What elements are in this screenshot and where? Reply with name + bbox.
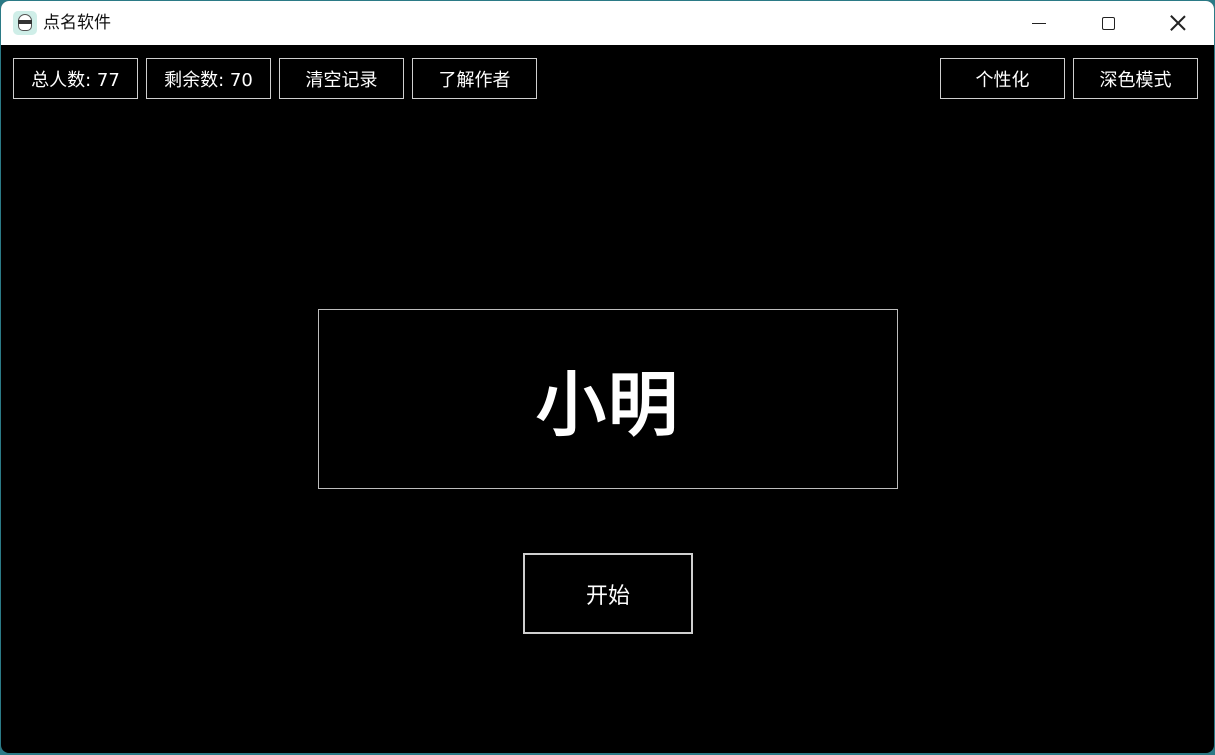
- start-button[interactable]: 开始: [523, 553, 693, 634]
- app-window: 点名软件 总人数: 77 剩余数: 70 清空记录 了解作者 个性化 深色模式 …: [1, 1, 1214, 753]
- minimize-icon: [1032, 22, 1046, 24]
- personalize-button[interactable]: 个性化: [940, 58, 1065, 99]
- maximize-button[interactable]: [1085, 1, 1131, 45]
- about-author-button[interactable]: 了解作者: [412, 58, 537, 99]
- minimize-button[interactable]: [1016, 1, 1062, 45]
- selected-name: 小明: [536, 363, 680, 446]
- total-count-button[interactable]: 总人数: 77: [13, 58, 138, 99]
- selected-name-display: 小明: [318, 309, 898, 489]
- title-bar[interactable]: 点名软件: [1, 1, 1214, 45]
- close-button[interactable]: [1155, 1, 1201, 45]
- close-icon: [1170, 15, 1186, 31]
- dark-mode-button[interactable]: 深色模式: [1073, 58, 1198, 99]
- window-title: 点名软件: [43, 13, 111, 33]
- remaining-count-button[interactable]: 剩余数: 70: [146, 58, 271, 99]
- app-icon: [13, 11, 37, 35]
- clear-records-button[interactable]: 清空记录: [279, 58, 404, 99]
- maximize-icon: [1101, 16, 1115, 30]
